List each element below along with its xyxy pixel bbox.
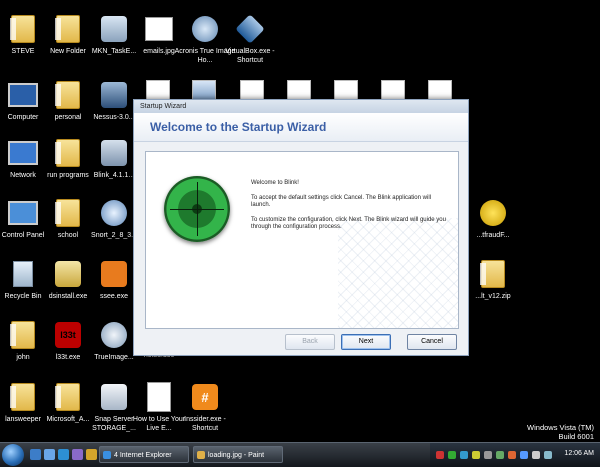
snort-icon	[99, 198, 129, 228]
tray-icon[interactable]	[484, 451, 492, 459]
clock[interactable]: 12:06 AM	[564, 450, 594, 457]
biohazard-icon	[478, 198, 508, 228]
desktop-icon-virtualbox[interactable]: VirtualBox.exe - Shortcut	[219, 14, 281, 65]
show-desktop-icon[interactable]	[30, 449, 41, 460]
tray-icon[interactable]	[520, 451, 528, 459]
taskbar-button-paint[interactable]: loading.jpg - Paint	[193, 446, 283, 463]
next-button[interactable]: Next	[341, 334, 391, 350]
ie-icon	[103, 451, 111, 459]
app-icon	[99, 14, 129, 44]
document-icon	[144, 382, 174, 412]
l33t-icon: l33t	[53, 320, 83, 350]
back-button[interactable]: Back	[285, 334, 335, 350]
tray-icon[interactable]	[448, 451, 456, 459]
paint-icon	[197, 451, 205, 459]
taskbar: 4 Internet Explorer loading.jpg - Paint …	[0, 442, 600, 467]
desktop-icon-inssider[interactable]: # Inssider.exe - Shortcut	[174, 382, 236, 433]
inssider-icon: #	[190, 382, 220, 412]
folder-icon	[53, 198, 83, 228]
wizard-text: Welcome to Blink! To accept the default …	[251, 180, 451, 239]
folder-icon	[53, 14, 83, 44]
watermark-line-1: Windows Vista (TM)	[527, 423, 594, 432]
blink-installer-icon	[99, 138, 129, 168]
paragraph-accept: To accept the default settings click Can…	[251, 194, 431, 209]
wizard-content-panel: Welcome to Blink! To accept the default …	[145, 151, 459, 329]
nessus-icon	[99, 80, 129, 110]
folder-icon	[53, 138, 83, 168]
cancel-button[interactable]: Cancel	[407, 334, 457, 350]
media-player-icon[interactable]	[72, 449, 83, 460]
installer-icon	[53, 259, 83, 289]
folder-icon	[53, 80, 83, 110]
computer-icon	[8, 80, 38, 110]
network-tray-icon[interactable]	[544, 451, 552, 459]
snap-server-icon	[99, 382, 129, 412]
window-title: Startup Wizard	[134, 100, 468, 113]
switch-windows-icon[interactable]	[44, 449, 55, 460]
folder-icon	[8, 320, 38, 350]
lock-app-icon	[99, 259, 129, 289]
system-tray: 12:06 AM	[430, 443, 600, 467]
folder-quicklaunch-icon[interactable]	[86, 449, 97, 460]
startup-wizard-dialog: Startup Wizard Welcome to the Startup Wi…	[133, 99, 469, 356]
watermark-line-2: Build 6001	[558, 432, 594, 441]
ie-quicklaunch-icon[interactable]	[58, 449, 69, 460]
tray-icon[interactable]	[496, 451, 504, 459]
windows-watermark: Windows Vista (TM) Build 6001	[527, 423, 594, 441]
tray-icon[interactable]	[436, 451, 444, 459]
virtualbox-icon	[235, 14, 265, 44]
tray-icon[interactable]	[460, 451, 468, 459]
desktop-icon-zip[interactable]: ...lt_v12.zip	[462, 259, 524, 301]
volume-icon[interactable]	[532, 451, 540, 459]
zip-folder-icon	[478, 259, 508, 289]
start-button[interactable]	[2, 444, 24, 466]
welcome-text: Welcome to Blink!	[251, 180, 299, 186]
paragraph-customize: To customize the configuration, click Ne…	[251, 216, 446, 231]
control-panel-icon	[8, 198, 38, 228]
recycle-bin-icon	[8, 259, 38, 289]
tray-icon[interactable]	[472, 451, 480, 459]
trueimage-icon	[99, 320, 129, 350]
tray-icon[interactable]	[508, 451, 516, 459]
taskbar-button-ie[interactable]: 4 Internet Explorer	[99, 446, 189, 463]
acronis-icon	[190, 14, 220, 44]
folder-icon	[53, 382, 83, 412]
blink-eye-logo	[164, 176, 230, 242]
folder-icon	[8, 382, 38, 412]
user-folder-icon	[8, 14, 38, 44]
wizard-heading: Welcome to the Startup Wizard	[134, 113, 468, 142]
network-icon	[8, 138, 38, 168]
image-file-icon	[144, 14, 174, 44]
desktop-icon-fraud[interactable]: ...tfraudF...	[462, 198, 524, 240]
